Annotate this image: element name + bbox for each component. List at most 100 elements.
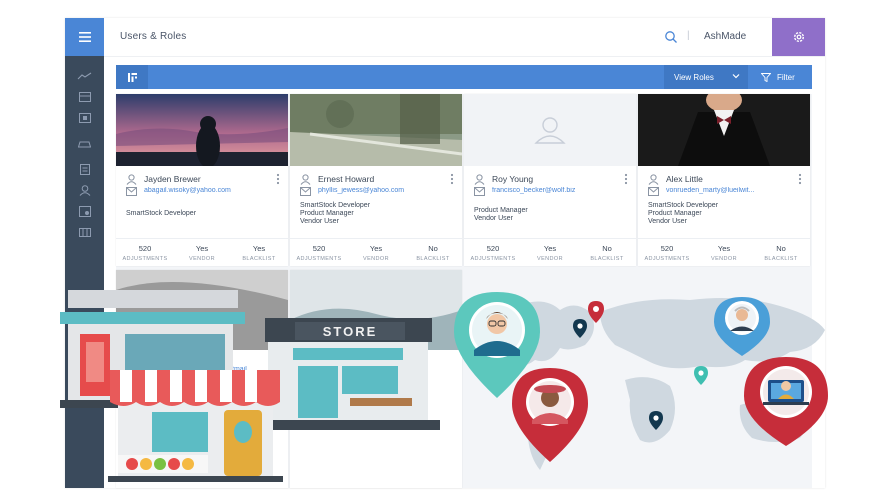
- stat-label: ADJUSTMENTS: [644, 256, 690, 262]
- user-email[interactable]: abagail.wisoky@yahoo.com: [144, 187, 284, 194]
- nav-reports-icon[interactable]: [77, 227, 92, 238]
- user-email[interactable]: phyllis_jewess@yahoo.com: [318, 187, 458, 194]
- user-email[interactable]: vonrueden_marty@lueilwit...: [666, 187, 806, 194]
- stat-label: BLACKLIST: [416, 256, 450, 262]
- mail-icon: [126, 187, 137, 196]
- user-role: SmartStock Developer: [648, 202, 719, 209]
- funnel-icon: [761, 72, 771, 82]
- stat-label: ADJUSTMENTS: [296, 256, 342, 262]
- stat-value: Yes: [717, 244, 731, 253]
- user-photo: [290, 270, 462, 350]
- header-separator: |: [687, 30, 690, 41]
- filter-button[interactable]: Filter: [749, 65, 812, 89]
- user-icon: [300, 174, 311, 185]
- stat-value: Yes: [195, 244, 209, 253]
- user-email[interactable]: francisco_becker@wolf.biz: [492, 187, 632, 194]
- more-options-icon[interactable]: [450, 173, 454, 185]
- sidebar: [65, 18, 104, 488]
- more-options-icon[interactable]: [798, 173, 802, 185]
- stat-label: VENDOR: [363, 256, 389, 262]
- user-stats: 520 ADJUSTMENTS Yes VENDOR No BLACKLIST: [290, 238, 462, 267]
- user-role: SmartStock Developer: [300, 202, 371, 209]
- user-role: Product Manager: [648, 210, 702, 217]
- gear-icon: [793, 31, 804, 43]
- view-toggle-button[interactable]: [116, 65, 148, 89]
- stat-label: VENDOR: [711, 256, 737, 262]
- stat-value: No: [602, 244, 612, 253]
- user-icon: [474, 174, 485, 185]
- toolbar: View Roles Filter: [116, 65, 812, 89]
- user-card-partial[interactable]: tmail...: [116, 270, 288, 488]
- user-photo-placeholder: [464, 94, 636, 166]
- nav-orders-icon[interactable]: [77, 112, 92, 123]
- user-card-ernest-howard[interactable]: Ernest Howard phyllis_jewess@yahoo.com S…: [290, 94, 462, 266]
- grid-toggle-icon: [127, 72, 137, 82]
- user-stats: 520 ADJUSTMENTS Yes VENDOR No BLACKLIST: [638, 238, 810, 267]
- stat-label: BLACKLIST: [764, 256, 798, 262]
- stat-label: BLACKLIST: [242, 256, 276, 262]
- search-icon[interactable]: [664, 30, 678, 44]
- stat-label: BLACKLIST: [590, 256, 624, 262]
- mail-icon: [648, 187, 659, 196]
- user-card-partial[interactable]: [290, 270, 462, 488]
- user-photo: [116, 270, 288, 350]
- user-stats: 520 ADJUSTMENTS Yes VENDOR Yes BLACKLIST: [116, 238, 288, 267]
- page-title: Users & Roles: [120, 31, 187, 42]
- user-role: Vendor User: [300, 218, 339, 225]
- user-stats: 520 ADJUSTMENTS Yes VENDOR No BLACKLIST: [464, 238, 636, 267]
- stat-value: Yes: [252, 244, 266, 253]
- filter-label: Filter: [777, 72, 795, 82]
- nav-dashboard-icon[interactable]: [77, 70, 92, 81]
- user-role: Product Manager: [300, 210, 354, 217]
- stat-value: 520: [138, 244, 152, 253]
- user-card-alex-little[interactable]: Alex Little vonrueden_marty@lueilwit... …: [638, 94, 810, 266]
- mail-icon: [474, 187, 485, 196]
- stat-label: VENDOR: [189, 256, 215, 262]
- stat-label: ADJUSTMENTS: [122, 256, 168, 262]
- user-name: Alex Little: [666, 174, 703, 184]
- nav-shipping-icon[interactable]: [77, 139, 92, 150]
- user-email[interactable]: tmail...: [232, 366, 282, 373]
- stat-value: Yes: [543, 244, 557, 253]
- stat-label: ADJUSTMENTS: [470, 256, 516, 262]
- user-photo: [638, 94, 810, 166]
- user-role: Product Manager: [474, 207, 528, 214]
- stat-value: No: [776, 244, 786, 253]
- user-card-roy-young[interactable]: Roy Young francisco_becker@wolf.biz Prod…: [464, 94, 636, 266]
- nav-users-icon[interactable]: [77, 185, 92, 196]
- more-options-icon[interactable]: [624, 173, 628, 185]
- more-options-icon[interactable]: [276, 173, 280, 185]
- chevron-down-icon: [732, 74, 740, 79]
- user-name: Roy Young: [492, 174, 534, 184]
- username[interactable]: AshMade: [704, 31, 746, 42]
- top-bar: Users & Roles | AshMade: [104, 18, 825, 57]
- nav-settings-icon[interactable]: [77, 206, 92, 217]
- nav-inventory-icon[interactable]: [77, 91, 92, 102]
- hamburger-icon: [78, 32, 91, 42]
- view-roles-label: View Roles: [674, 72, 714, 82]
- user-name: Ernest Howard: [318, 174, 375, 184]
- stat-value: 520: [312, 244, 326, 253]
- mail-icon: [300, 187, 311, 196]
- settings-button[interactable]: [772, 18, 825, 56]
- user-role: SmartStock Developer: [126, 210, 197, 217]
- stat-value: 520: [486, 244, 500, 253]
- stat-value: 520: [660, 244, 674, 253]
- avatar-placeholder-icon: [534, 117, 566, 144]
- stat-value: Yes: [369, 244, 383, 253]
- user-photo: [116, 94, 288, 166]
- nav-documents-icon[interactable]: [77, 164, 92, 175]
- user-role: Vendor User: [474, 215, 513, 222]
- user-icon: [648, 174, 659, 185]
- app-window: Users & Roles | AshMade View Roles Filte…: [65, 18, 825, 488]
- user-name: Jayden Brewer: [144, 174, 201, 184]
- user-card-grid: Jayden Brewer abagail.wisoky@yahoo.com S…: [116, 94, 812, 488]
- user-photo: [290, 94, 462, 166]
- stat-label: VENDOR: [537, 256, 563, 262]
- user-icon: [126, 174, 137, 185]
- stat-value: No: [428, 244, 438, 253]
- user-card-jayden-brewer[interactable]: Jayden Brewer abagail.wisoky@yahoo.com S…: [116, 94, 288, 266]
- menu-button[interactable]: [65, 18, 104, 56]
- view-roles-dropdown[interactable]: View Roles: [664, 65, 748, 89]
- user-role: Vendor User: [648, 218, 687, 225]
